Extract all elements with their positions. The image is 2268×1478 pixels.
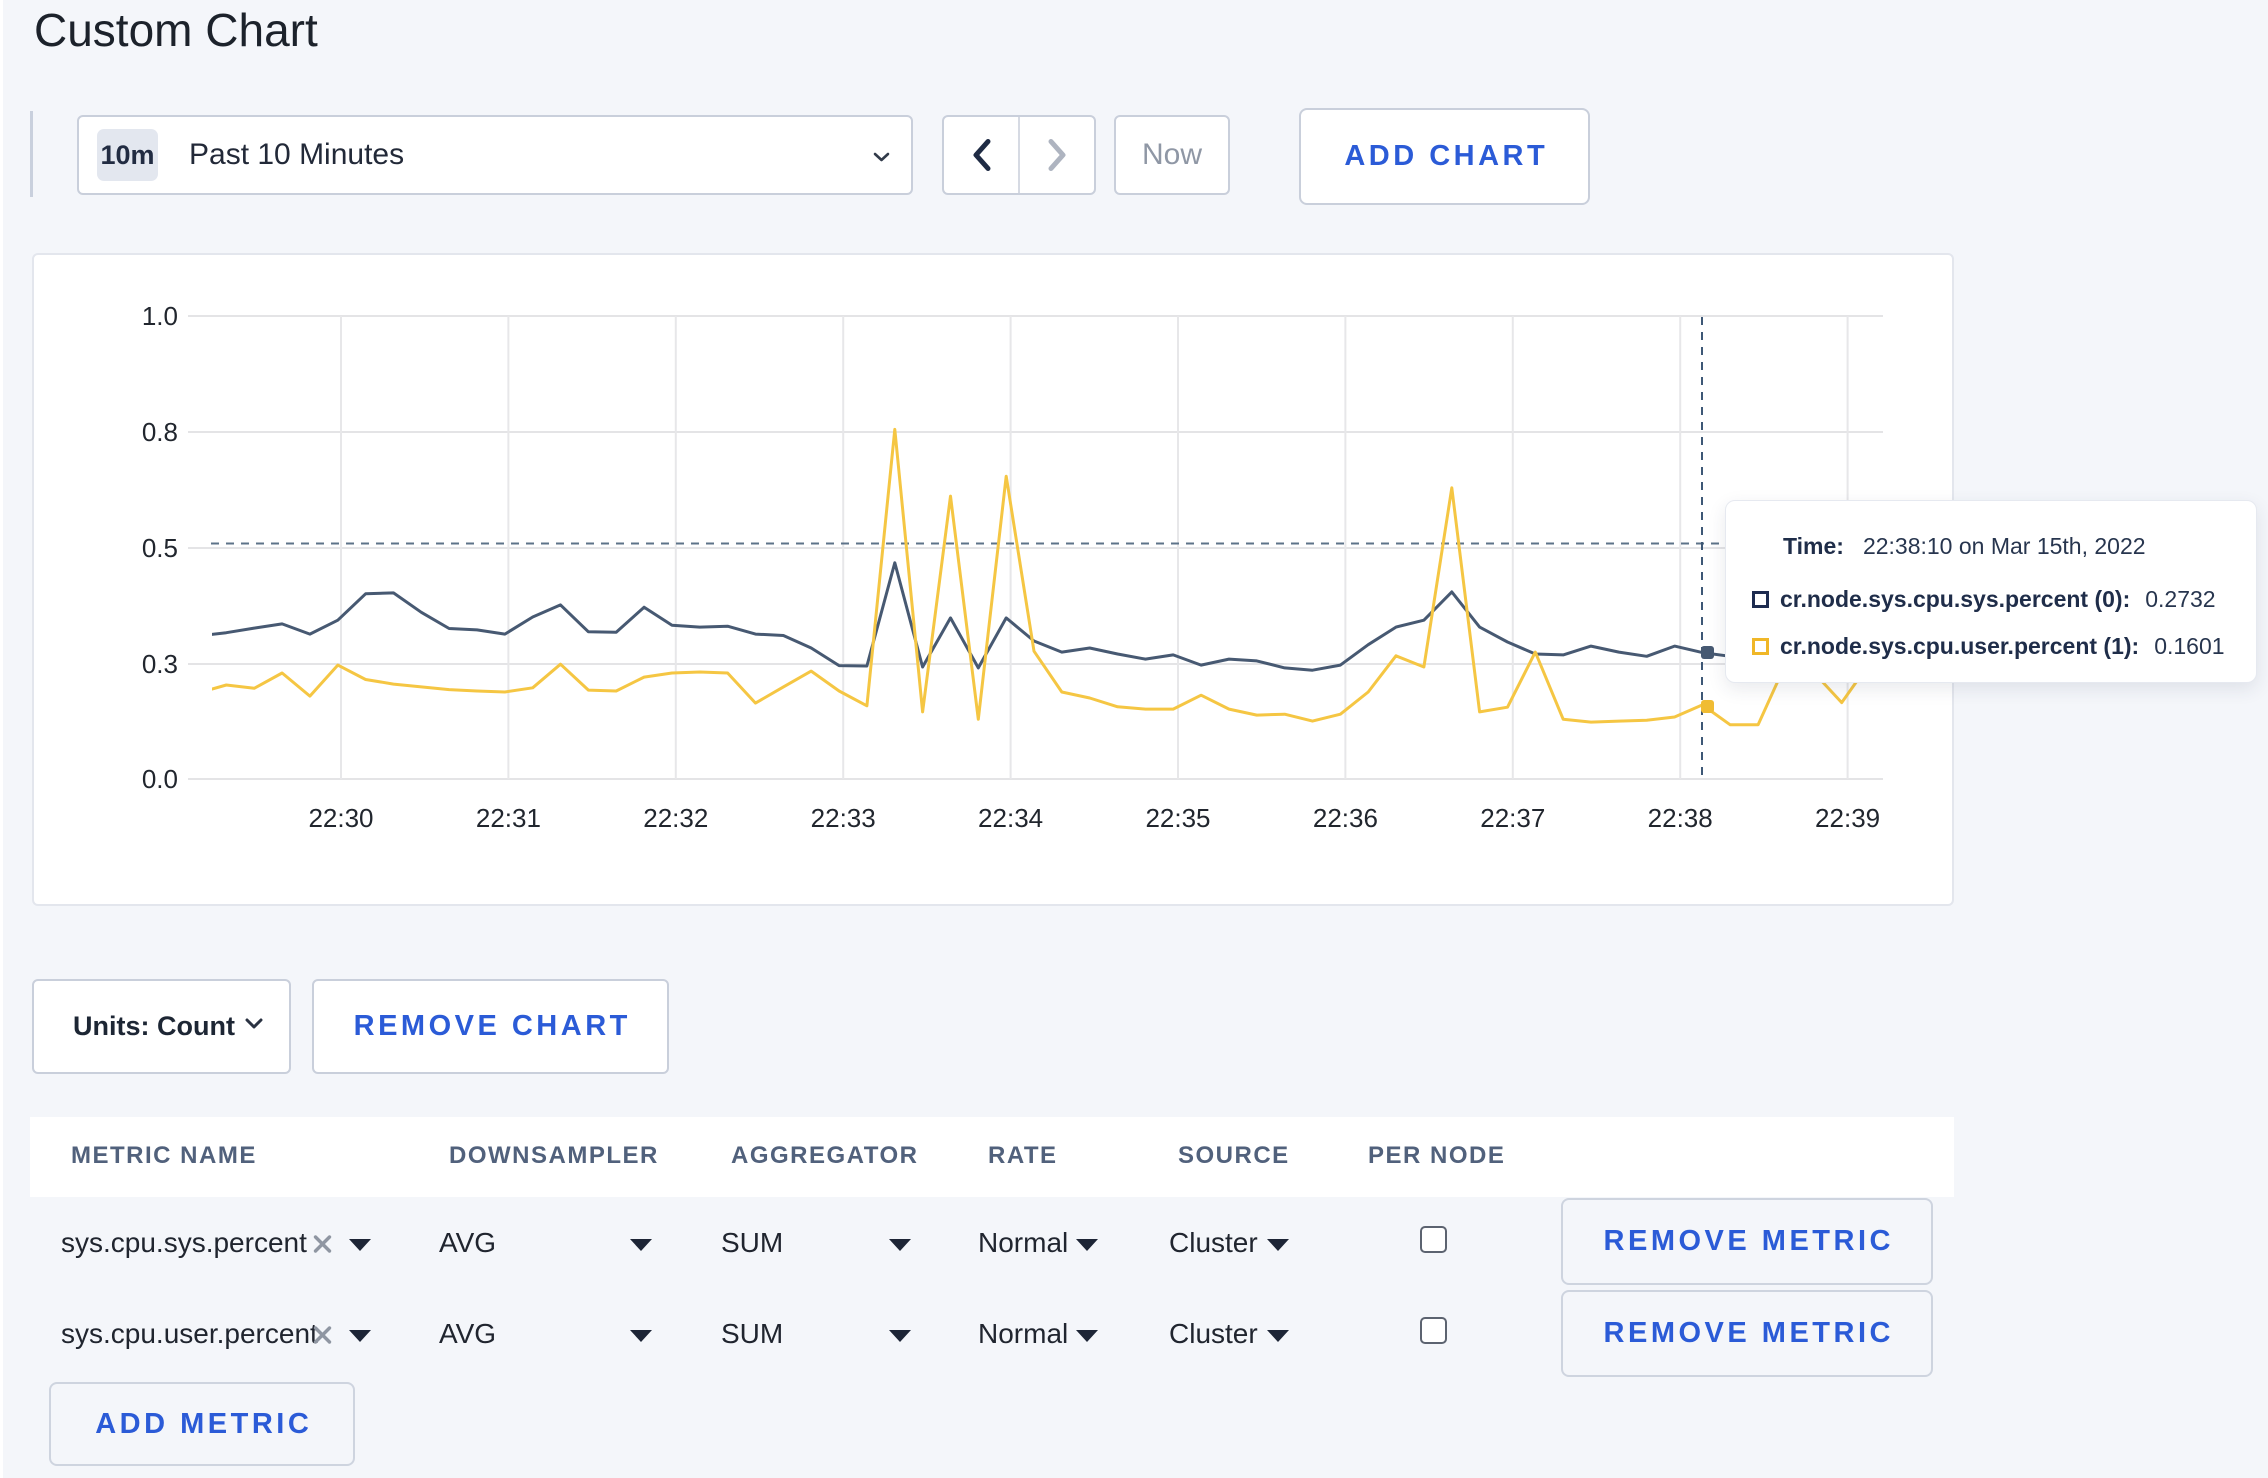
svg-text:22:37: 22:37 — [1480, 803, 1545, 833]
svg-text:0.3: 0.3 — [142, 649, 178, 679]
svg-text:1.0: 1.0 — [142, 301, 178, 331]
svg-text:22:32: 22:32 — [643, 803, 708, 833]
svg-text:22:39: 22:39 — [1815, 803, 1880, 833]
svg-text:22:30: 22:30 — [308, 803, 373, 833]
svg-text:22:34: 22:34 — [978, 803, 1043, 833]
svg-text:0.8: 0.8 — [142, 417, 178, 447]
svg-text:22:36: 22:36 — [1313, 803, 1378, 833]
svg-text:0.0: 0.0 — [142, 764, 178, 794]
svg-text:22:31: 22:31 — [476, 803, 541, 833]
svg-text:0.5: 0.5 — [142, 533, 178, 563]
svg-text:22:38: 22:38 — [1648, 803, 1713, 833]
svg-text:22:33: 22:33 — [811, 803, 876, 833]
svg-text:22:35: 22:35 — [1145, 803, 1210, 833]
